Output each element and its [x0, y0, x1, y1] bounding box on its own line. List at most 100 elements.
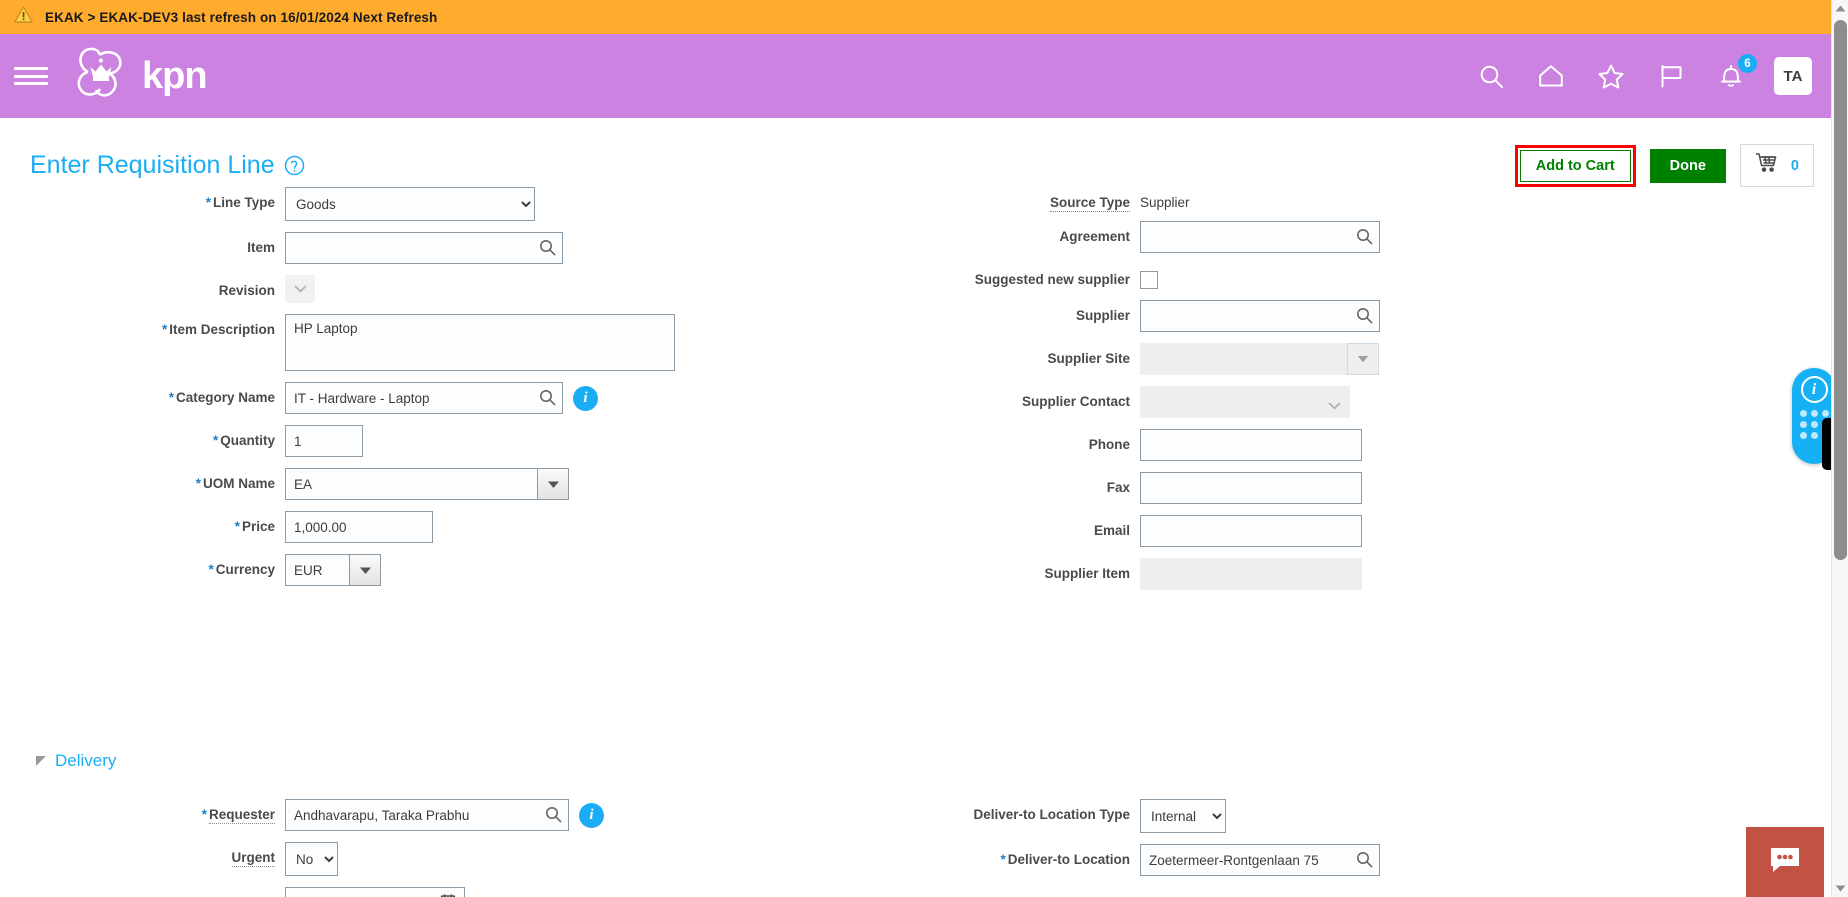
field-item: Item: [0, 232, 900, 264]
supplier-input[interactable]: [1140, 300, 1380, 332]
deliver-to-location-type-select[interactable]: Internal: [1140, 799, 1226, 833]
cart-button[interactable]: 0: [1739, 144, 1814, 187]
supplier-contact-select: [1140, 386, 1350, 418]
urgent-select[interactable]: No: [285, 842, 338, 876]
kpn-logo[interactable]: kpn: [70, 45, 208, 108]
bell-icon[interactable]: 6: [1714, 54, 1757, 93]
field-source-type: Source Type Supplier: [900, 187, 1800, 212]
line-details-column: * Line Type Goods Item Revision * Item D…: [0, 187, 900, 597]
avatar[interactable]: TA: [1774, 57, 1812, 95]
field-urgent: Urgent No: [0, 842, 900, 876]
field-supplier-contact: Supplier Contact: [900, 386, 1800, 418]
supplier-item-label: Supplier Item: [1044, 566, 1130, 581]
item-description-textarea[interactable]: HP Laptop: [285, 314, 675, 371]
supplier-contact-label: Supplier Contact: [1021, 394, 1130, 409]
collapse-triangle-icon[interactable]: [36, 756, 46, 766]
info-icon[interactable]: i: [573, 386, 598, 411]
source-type-label: Source Type: [1049, 195, 1130, 212]
field-phone: Phone: [900, 429, 1800, 461]
delivery-left-column: *Requester i Urgent: [0, 799, 900, 897]
price-label: * Price: [234, 519, 275, 534]
source-details-column: Source Type Supplier Agreement Suggested…: [900, 187, 1800, 601]
requisition-line-form: * Line Type Goods Item Revision * Item D…: [0, 187, 1848, 747]
info-icon[interactable]: i: [579, 803, 604, 828]
kpn-logo-text: kpn: [142, 55, 208, 97]
delivery-section: Delivery *Requester i Urg: [0, 751, 1848, 897]
deliver-to-location-input[interactable]: [1140, 844, 1380, 876]
email-input[interactable]: [1140, 515, 1362, 547]
currency-dropdown-button[interactable]: [349, 554, 381, 586]
delivery-section-title: Delivery: [55, 751, 117, 770]
search-icon[interactable]: [1474, 59, 1508, 93]
delivery-right-column: Deliver-to Location Type Internal * Deliv…: [900, 799, 1800, 897]
field-deliver-to-address: Deliver-to Address Rontgenlaan 75, 2719 …: [900, 887, 1800, 897]
agreement-input[interactable]: [1140, 221, 1380, 253]
field-requested-delivery-date: Requested Delivery Date: [0, 887, 900, 897]
cart-count: 0: [1790, 157, 1799, 174]
required-marker: *: [168, 390, 174, 405]
fax-label: Fax: [1106, 480, 1130, 495]
shopping-cart-icon: [1755, 152, 1779, 179]
chat-widget[interactable]: [1746, 827, 1824, 897]
flag-icon[interactable]: [1654, 59, 1688, 93]
item-input[interactable]: [285, 232, 563, 264]
uom-name-dropdown-button[interactable]: [537, 468, 569, 500]
revision-label: Revision: [218, 283, 275, 298]
done-button[interactable]: Done: [1649, 148, 1726, 183]
deliver-to-location-label: * Deliver-to Location: [1000, 852, 1130, 867]
kpn-ribbon-icon: [70, 45, 132, 108]
line-type-select[interactable]: Goods: [285, 187, 535, 221]
category-name-input[interactable]: [285, 382, 563, 414]
phone-input[interactable]: [1140, 429, 1362, 461]
add-to-cart-button[interactable]: Add to Cart: [1519, 149, 1631, 182]
price-input[interactable]: [285, 511, 433, 543]
uom-name-lov: EA: [285, 468, 569, 500]
scrollbar-thumb[interactable]: [1834, 20, 1847, 560]
field-category-name: * Category Name i: [0, 382, 900, 414]
currency-label: * Currency: [208, 562, 275, 577]
field-fax: Fax: [900, 472, 1800, 504]
source-type-value: Supplier: [1140, 195, 1190, 210]
calendar-icon[interactable]: [440, 893, 459, 897]
edge-drawer-handle[interactable]: [1822, 418, 1831, 470]
category-name-label: * Category Name: [168, 390, 275, 405]
field-agreement: Agreement: [900, 221, 1800, 253]
deliver-to-address-value: Rontgenlaan 75, 2719 DX ZOETERMEER, Neth…: [1140, 887, 1483, 897]
quantity-label: * Quantity: [212, 433, 275, 448]
field-price: * Price: [0, 511, 900, 543]
quantity-input[interactable]: [285, 425, 363, 457]
fax-input[interactable]: [1140, 472, 1362, 504]
hamburger-menu-icon[interactable]: [14, 64, 48, 88]
requested-delivery-date-input[interactable]: [285, 887, 465, 897]
item-description-label: * Item Description: [161, 322, 275, 337]
page-scrollbar[interactable]: [1831, 0, 1848, 897]
delivery-section-header[interactable]: Delivery: [0, 751, 1848, 787]
deliver-to-location-type-label: Deliver-to Location Type: [973, 807, 1130, 822]
page-title: Enter Requisition Line: [30, 151, 275, 179]
help-circle-icon[interactable]: [284, 155, 305, 176]
scroll-up-arrow-icon[interactable]: [1832, 0, 1848, 17]
suggested-new-supplier-checkbox[interactable]: [1140, 271, 1158, 289]
warning-triangle-icon: [14, 6, 33, 28]
field-line-type: * Line Type Goods: [0, 187, 900, 221]
star-icon[interactable]: [1594, 59, 1628, 93]
field-supplier-item: Supplier Item: [900, 558, 1800, 590]
page-actions: Add to Cart Done 0: [1514, 144, 1814, 187]
requester-input[interactable]: [285, 799, 569, 831]
scroll-down-arrow-icon[interactable]: [1832, 880, 1848, 897]
deliver-to-address-label: Deliver-to Address: [900, 887, 1140, 897]
chevron-down-icon: [1328, 398, 1341, 413]
supplier-site-dropdown: [1140, 343, 1379, 375]
uom-name-value[interactable]: EA: [285, 468, 537, 500]
supplier-item-value: [1140, 558, 1362, 590]
currency-value[interactable]: EUR: [285, 554, 349, 586]
header-actions: 6 TA: [1474, 54, 1848, 95]
supplier-site-dropdown-arrow: [1347, 343, 1379, 375]
field-requester: *Requester i: [0, 799, 900, 831]
agreement-label: Agreement: [1059, 229, 1130, 244]
required-marker: *: [1000, 852, 1006, 867]
requested-delivery-date-label: Requested Delivery Date: [0, 887, 285, 897]
home-icon[interactable]: [1534, 59, 1568, 93]
required-marker: *: [208, 562, 214, 577]
field-item-description: * Item Description HP Laptop: [0, 314, 900, 371]
